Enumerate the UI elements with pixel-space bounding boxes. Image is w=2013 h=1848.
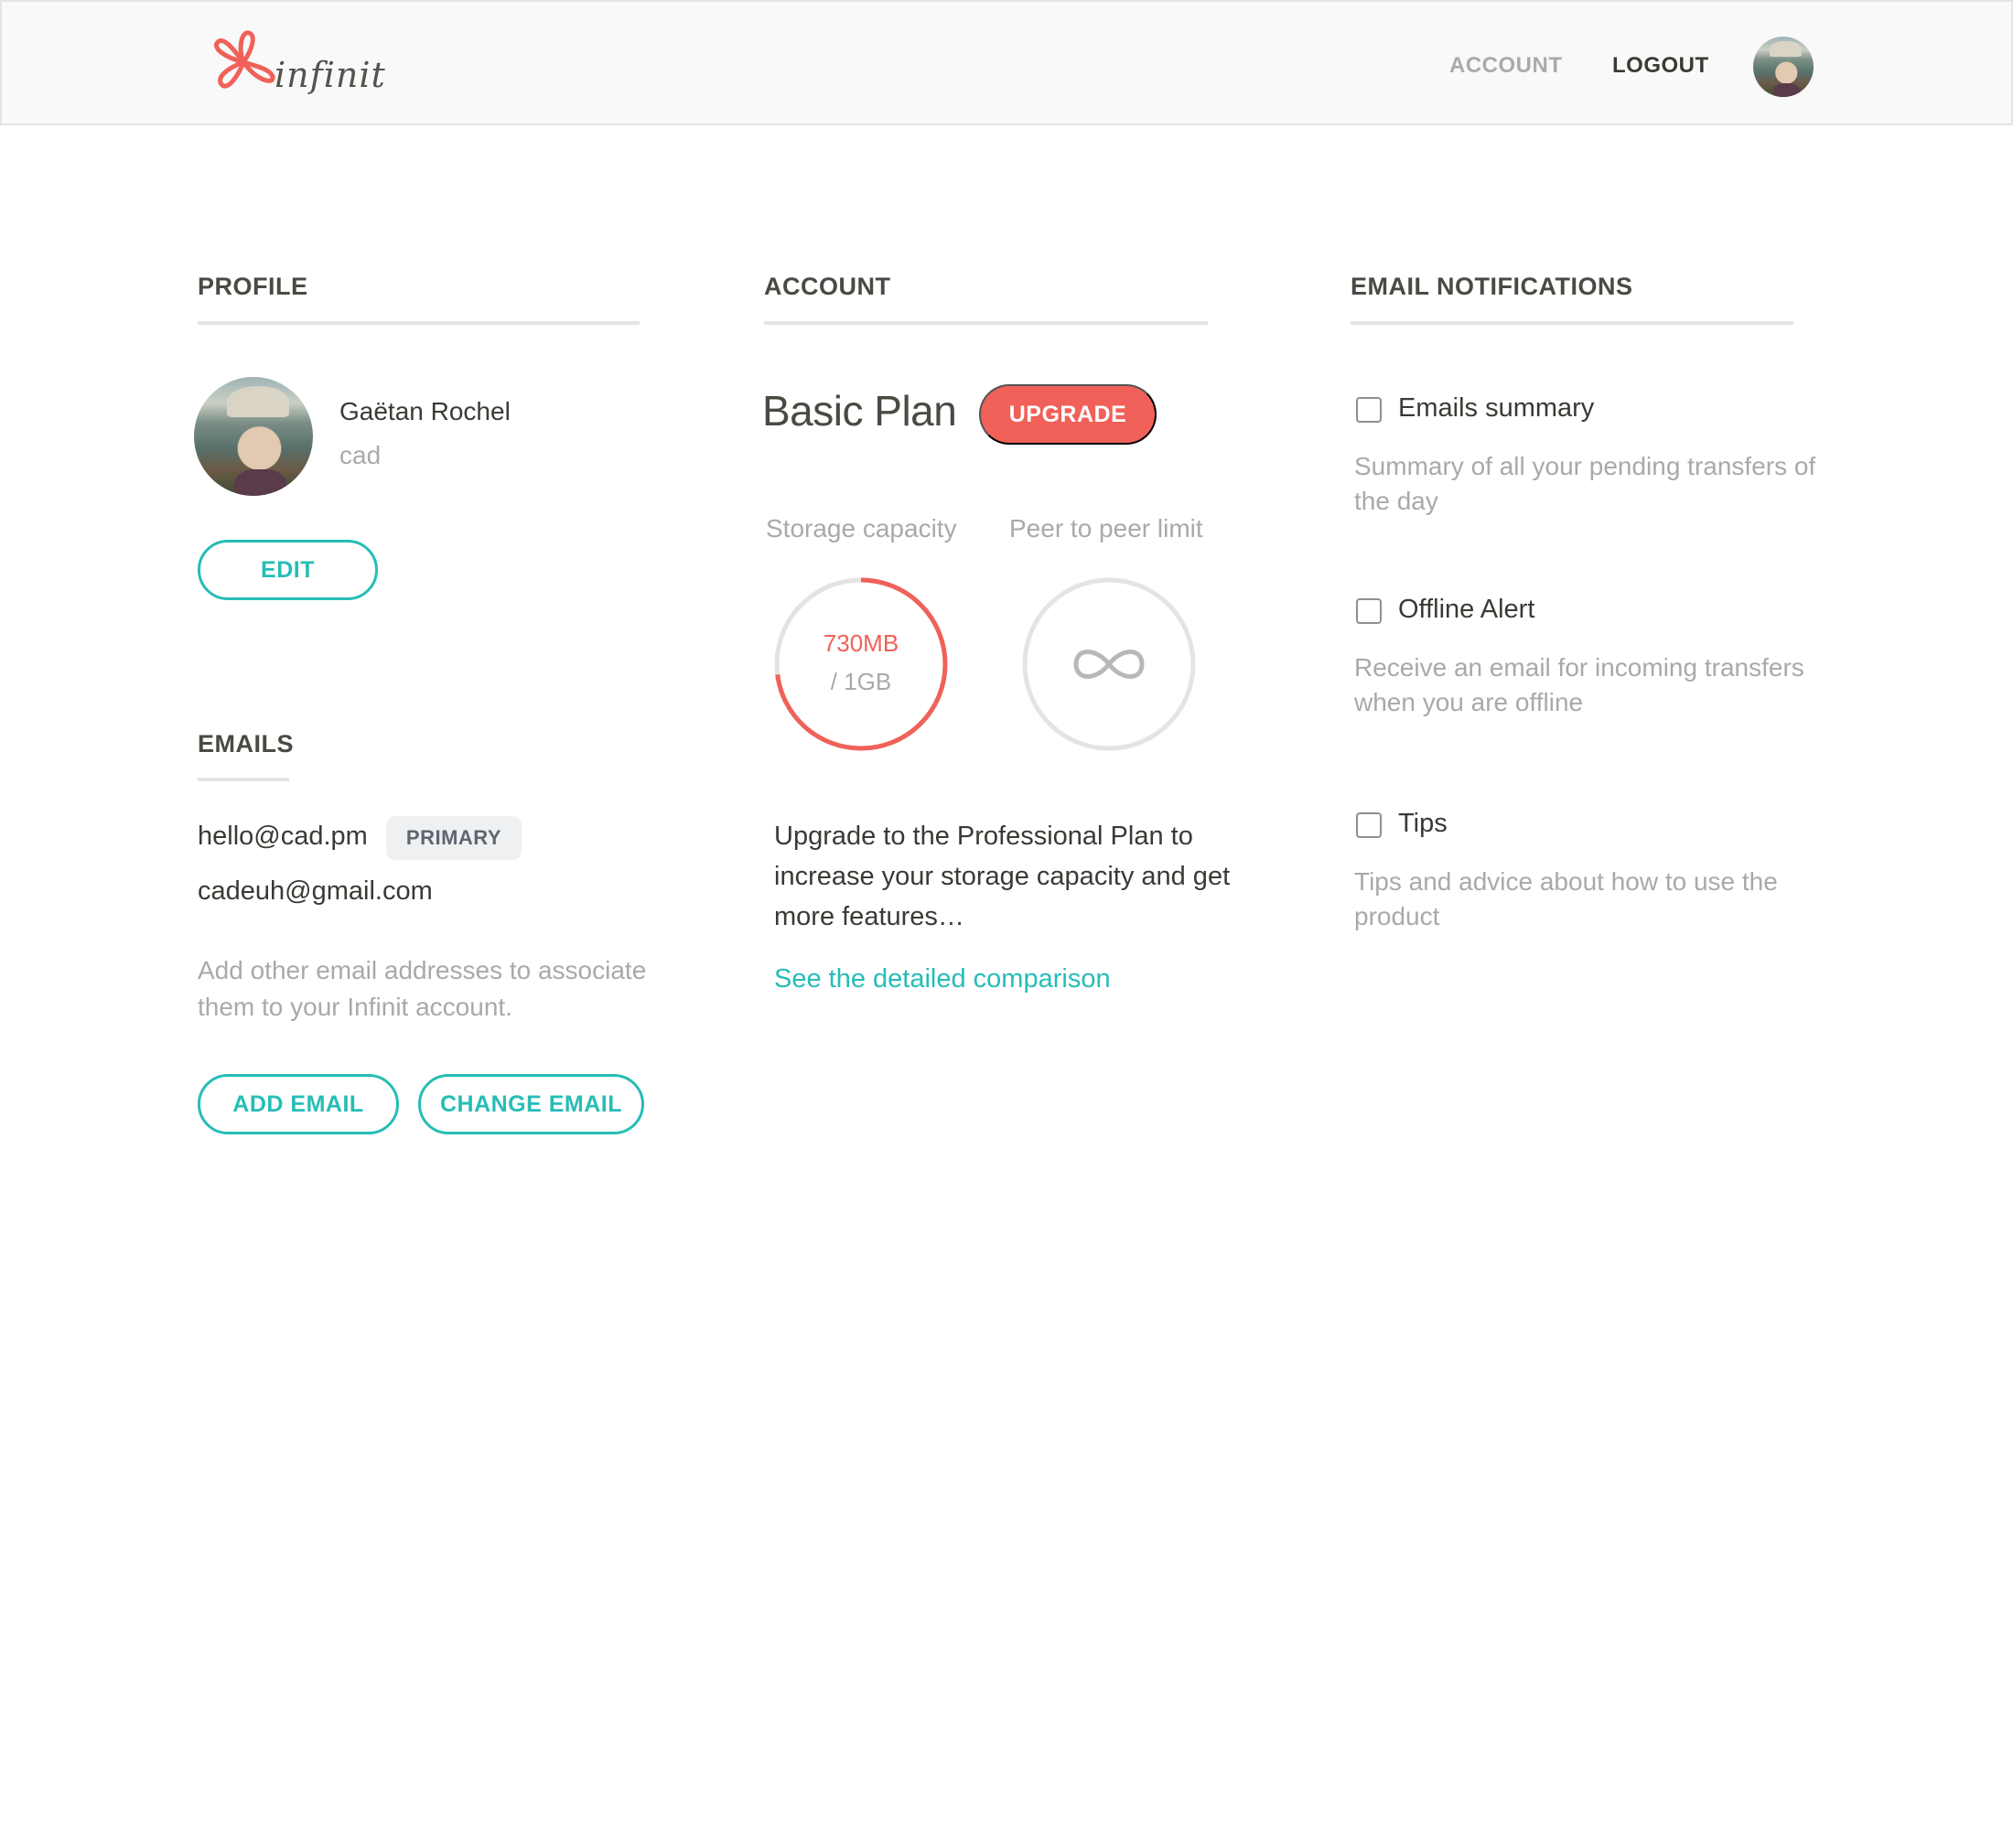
emails-summary-description: Summary of all your pending transfers of… bbox=[1354, 452, 1816, 515]
infinit-flower-logo-icon bbox=[214, 30, 275, 89]
storage-gauge: 730MB / 1GB bbox=[771, 575, 951, 754]
infinity-icon bbox=[1073, 650, 1145, 679]
offline-alert-label: Offline Alert bbox=[1398, 595, 1535, 624]
offline-alert-description: Receive an email for incoming transfers … bbox=[1354, 653, 1804, 716]
primary-badge: PRIMARY bbox=[386, 816, 522, 860]
p2p-limit-label: Peer to peer limit bbox=[1009, 514, 1203, 543]
profile-section-title: PROFILE bbox=[198, 273, 308, 300]
storage-used: 730MB bbox=[823, 629, 899, 657]
upgrade-description: Upgrade to the Professional Plan to incr… bbox=[774, 822, 1231, 931]
notifications-section-title: EMAIL NOTIFICATIONS bbox=[1351, 273, 1633, 300]
offline-alert-checkbox[interactable] bbox=[1356, 598, 1382, 624]
profile-avatar bbox=[194, 377, 313, 496]
infinit-logo[interactable]: infinit bbox=[210, 18, 386, 110]
storage-total: / 1GB bbox=[830, 668, 892, 695]
p2p-ring bbox=[1022, 577, 1196, 751]
header-avatar[interactable] bbox=[1753, 37, 1814, 97]
storage-capacity-label: Storage capacity bbox=[766, 514, 957, 543]
tips-description: Tips and advice about how to use the pro… bbox=[1354, 867, 1778, 930]
emails-summary-label: Emails summary bbox=[1398, 393, 1595, 423]
secondary-email: cadeuh@gmail.com bbox=[198, 876, 433, 906]
profile-divider bbox=[198, 321, 640, 325]
emails-section-title: EMAILS bbox=[198, 730, 295, 757]
upgrade-button[interactable]: UPGRADE bbox=[979, 384, 1157, 445]
change-email-button[interactable]: CHANGE EMAIL bbox=[418, 1074, 644, 1134]
account-divider bbox=[764, 321, 1208, 325]
plan-name: Basic Plan bbox=[762, 387, 957, 435]
notifications-divider bbox=[1351, 321, 1793, 325]
tips-label: Tips bbox=[1398, 809, 1448, 838]
p2p-gauge bbox=[1019, 575, 1199, 754]
emails-divider bbox=[198, 778, 289, 781]
profile-name: Gaëtan Rochel bbox=[339, 397, 511, 425]
account-section-title: ACCOUNT bbox=[764, 273, 891, 300]
edit-profile-button[interactable]: EDIT bbox=[198, 540, 378, 600]
primary-email: hello@cad.pm bbox=[198, 822, 368, 851]
emails-help-text: Add other email addresses to associate t… bbox=[198, 956, 647, 1021]
nav-account-link[interactable]: ACCOUNT bbox=[1449, 53, 1563, 79]
emails-summary-checkbox[interactable] bbox=[1356, 397, 1382, 423]
logo-wordmark: infinit bbox=[274, 55, 386, 95]
add-email-button[interactable]: ADD EMAIL bbox=[198, 1074, 399, 1134]
avatar-image bbox=[194, 377, 313, 496]
nav-logout-link[interactable]: LOGOUT bbox=[1612, 53, 1709, 79]
detailed-comparison-link[interactable]: See the detailed comparison bbox=[774, 964, 1111, 994]
avatar-image bbox=[1753, 37, 1814, 97]
profile-username: cad bbox=[339, 441, 382, 469]
storage-ring bbox=[774, 577, 948, 751]
tips-checkbox[interactable] bbox=[1356, 812, 1382, 838]
top-navbar: infinit ACCOUNT LOGOUT bbox=[0, 0, 2013, 125]
